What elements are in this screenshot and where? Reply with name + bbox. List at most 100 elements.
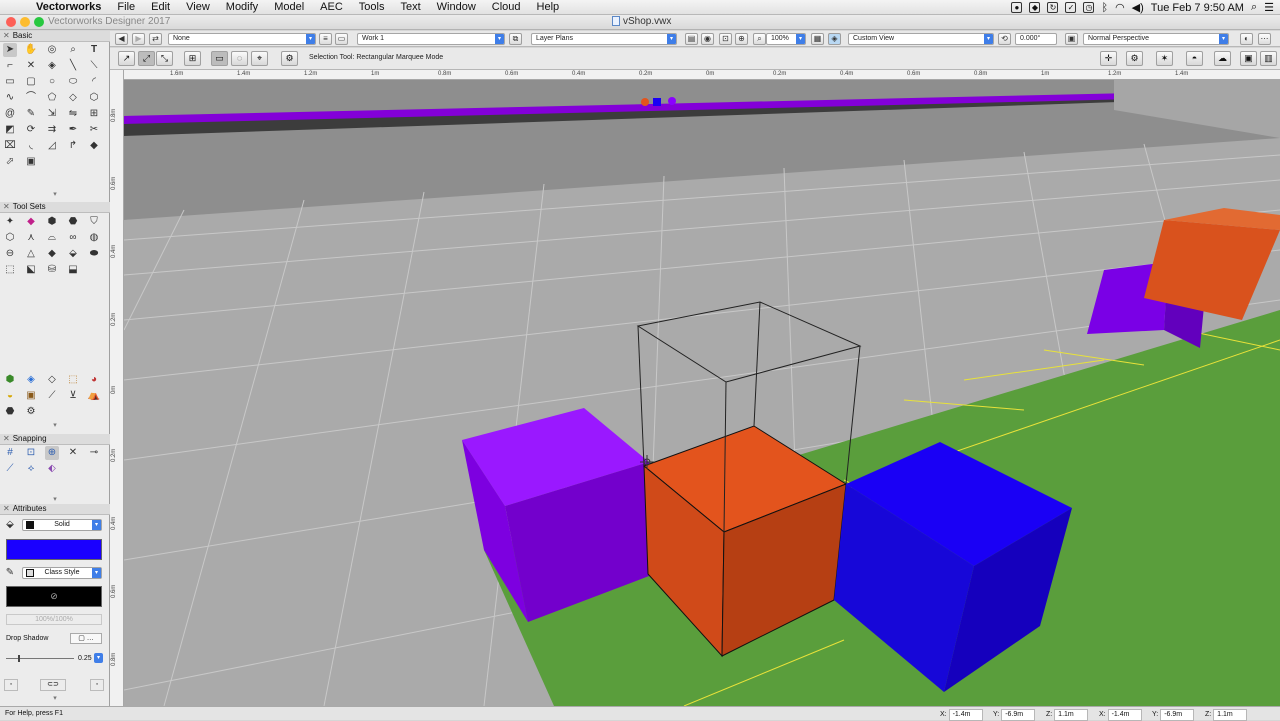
settings-icon[interactable]: ⚙ [281, 51, 298, 66]
polygon-tool-icon[interactable]: ⬠ [45, 91, 59, 105]
site-planning-toolset-icon[interactable]: ⌓ [45, 231, 59, 245]
sphere-tool-icon[interactable]: ◕ [87, 373, 101, 387]
eyedropper-tool-icon[interactable]: ✎ [24, 107, 38, 121]
cabinets-toolset-icon[interactable]: ⬓ [66, 263, 80, 277]
visualization-toolset-icon[interactable]: ◆ [24, 215, 38, 229]
palette-resize-grip[interactable]: ▾ [0, 496, 110, 503]
class-dropdown[interactable]: None ▾ [168, 33, 316, 45]
chevron-down-icon[interactable]: ▾ [94, 653, 103, 663]
zoom-tool-icon[interactable]: ⌕ [66, 43, 80, 57]
rotate-tool-icon[interactable]: ⟳ [24, 123, 38, 137]
regular-polygon-tool-icon[interactable]: ⬡ [87, 91, 101, 105]
projection-icon[interactable]: ▣ [1065, 33, 1078, 45]
detailing-toolset-icon[interactable]: ⬡ [3, 231, 17, 245]
more-options-icon[interactable]: ⋯ [1258, 33, 1271, 45]
fill-style-dropdown[interactable]: Solid ▾ [22, 519, 102, 531]
sync-icon[interactable]: ↻ [1047, 2, 1059, 13]
close-icon[interactable]: ✕ [3, 434, 10, 443]
basic-palette-header[interactable]: ✕ Basic [0, 31, 110, 42]
zoom-icon[interactable]: ⌕ [753, 33, 766, 45]
water-tool-icon[interactable]: ◈ [24, 373, 38, 387]
machine-design-toolset-icon[interactable]: ⋏ [24, 231, 38, 245]
fasteners-toolset-icon[interactable]: ⛁ [45, 263, 59, 277]
menu-modify[interactable]: Modify [218, 1, 266, 13]
attribute-mapping-tool-icon[interactable]: ⇲ [45, 107, 59, 121]
link-icon[interactable]: ⊂⊃ [40, 679, 66, 691]
bluetooth-icon[interactable]: ᛒ [1101, 2, 1108, 14]
rectangle-tool-icon[interactable]: ▭ [3, 75, 17, 89]
eyedropper-icon[interactable]: ✒ [66, 123, 80, 137]
building-shell-toolset-icon[interactable]: ⬣ [66, 215, 80, 229]
toolsets-palette-header[interactable]: ✕ Tool Sets [0, 202, 110, 213]
render-icon[interactable]: ◓ [1186, 51, 1203, 66]
pan-tool-icon[interactable]: ✋ [24, 43, 38, 57]
search-icon[interactable]: ⌕ [1251, 1, 1257, 14]
fill-color-swatch[interactable] [6, 539, 102, 560]
menu-edit[interactable]: Edit [143, 1, 178, 13]
smart-points-icon[interactable]: ⟋ [3, 462, 17, 476]
z-coordinate[interactable]: Z: 1.1m [1046, 709, 1089, 721]
line-tool-icon[interactable]: ╲ [66, 59, 80, 73]
stairs-toolset-icon[interactable]: ⬬ [87, 247, 101, 261]
attributes-palette-header[interactable]: ✕ Attributes [0, 504, 110, 515]
pipe-tool-icon[interactable]: ⟋ [45, 389, 59, 403]
transform-mode-icon[interactable]: ⊞ [184, 51, 201, 66]
visual-settings-icon[interactable]: ◐ [1240, 33, 1253, 45]
pen-style-dropdown[interactable]: Class Style ▾ [22, 567, 102, 579]
rotate-plan-icon[interactable]: ⟲ [998, 33, 1011, 45]
class-visibility-icon[interactable]: ≡ [319, 33, 332, 45]
gear-tool-icon[interactable]: ⚙ [24, 405, 38, 419]
single-object-scaling-icon[interactable]: ⤡ [156, 51, 173, 66]
split-tool-icon[interactable]: ✂ [87, 123, 101, 137]
lighting-toolset-icon[interactable]: ⊖ [3, 247, 17, 261]
menu-list-icon[interactable]: ☰ [1264, 1, 1274, 14]
render-mode-icon[interactable]: ◉ [701, 33, 714, 45]
move-tool-icon[interactable]: ⊞ [87, 107, 101, 121]
lasso-marquee-icon[interactable]: ◌ [231, 51, 248, 66]
layer-mode-dropdown[interactable]: Layer Plans ▾ [531, 33, 677, 45]
menu-view[interactable]: View [178, 1, 218, 13]
freehand-tool-icon[interactable]: ∿ [3, 91, 17, 105]
slider-thumb[interactable] [18, 655, 20, 662]
fit-to-objects-icon[interactable]: ⊡ [719, 33, 732, 45]
zoom-extents-icon[interactable]: ⊕ [735, 33, 748, 45]
flyover-tool-icon[interactable]: ◎ [45, 43, 59, 57]
y-coordinate[interactable]: Y: -6.9m [993, 709, 1036, 721]
forward-icon[interactable]: ▶ [132, 33, 145, 45]
close-icon[interactable]: ✕ [3, 504, 10, 513]
snap-to-distance-icon[interactable]: ⊸ [87, 446, 101, 460]
zoom-dropdown[interactable]: 100% ▾ [766, 33, 806, 45]
class-options-icon[interactable]: ▭ [335, 33, 348, 45]
dimension-tool-icon[interactable]: ⌐ [3, 59, 17, 73]
symbol-tool-icon[interactable]: ◈ [45, 59, 59, 73]
cloud-icon[interactable]: ☁ [1214, 51, 1231, 66]
check-icon[interactable]: ✓ [1065, 2, 1077, 13]
zoom-window-button[interactable] [34, 17, 44, 27]
x2-coordinate[interactable]: X: -1.4m [1099, 709, 1142, 721]
view-icon[interactable]: ▦ [811, 33, 824, 45]
drawing-viewport[interactable] [124, 80, 1280, 706]
left-ruler[interactable]: 0.8m 0.6m 0.4m 0.2m 0m 0.2m 0.4m 0.6m 0.… [110, 70, 124, 706]
snapping-palette-header[interactable]: ✕ Snapping [0, 434, 110, 445]
reshape-tool-icon[interactable]: ◩ [3, 123, 17, 137]
close-icon[interactable]: ✕ [3, 202, 10, 211]
screen-record-icon[interactable]: ● [1011, 2, 1023, 13]
double-line-tool-icon[interactable]: ⟍ [87, 59, 101, 73]
arrow-end-icon[interactable]: ◦ [90, 679, 104, 691]
menu-help[interactable]: Help [529, 1, 568, 13]
projection-dropdown[interactable]: Normal Perspective ▾ [1083, 33, 1229, 45]
clock[interactable]: Tue Feb 7 9:50 AM [1151, 2, 1244, 14]
palette-resize-grip[interactable]: ▾ [0, 695, 110, 702]
menu-text[interactable]: Text [392, 1, 428, 13]
line-weight-slider[interactable] [6, 655, 74, 662]
volume-icon[interactable]: ◀) [1132, 1, 1144, 14]
snap-to-grid-icon[interactable]: # [3, 446, 17, 460]
snap-icon[interactable]: ✛ [1100, 51, 1117, 66]
working-plane-icon[interactable]: ▥ [1260, 51, 1277, 66]
palette-resize-grip[interactable]: ▾ [0, 191, 110, 198]
snap-to-tangent-icon[interactable]: ⬖ [45, 462, 59, 476]
opacity-field[interactable]: 100%/100% [6, 614, 102, 625]
furniture-toolset-icon[interactable]: ⛉ [87, 215, 101, 229]
selection-tool-icon[interactable]: ➤ [3, 43, 17, 57]
menu-aec[interactable]: AEC [312, 1, 351, 13]
